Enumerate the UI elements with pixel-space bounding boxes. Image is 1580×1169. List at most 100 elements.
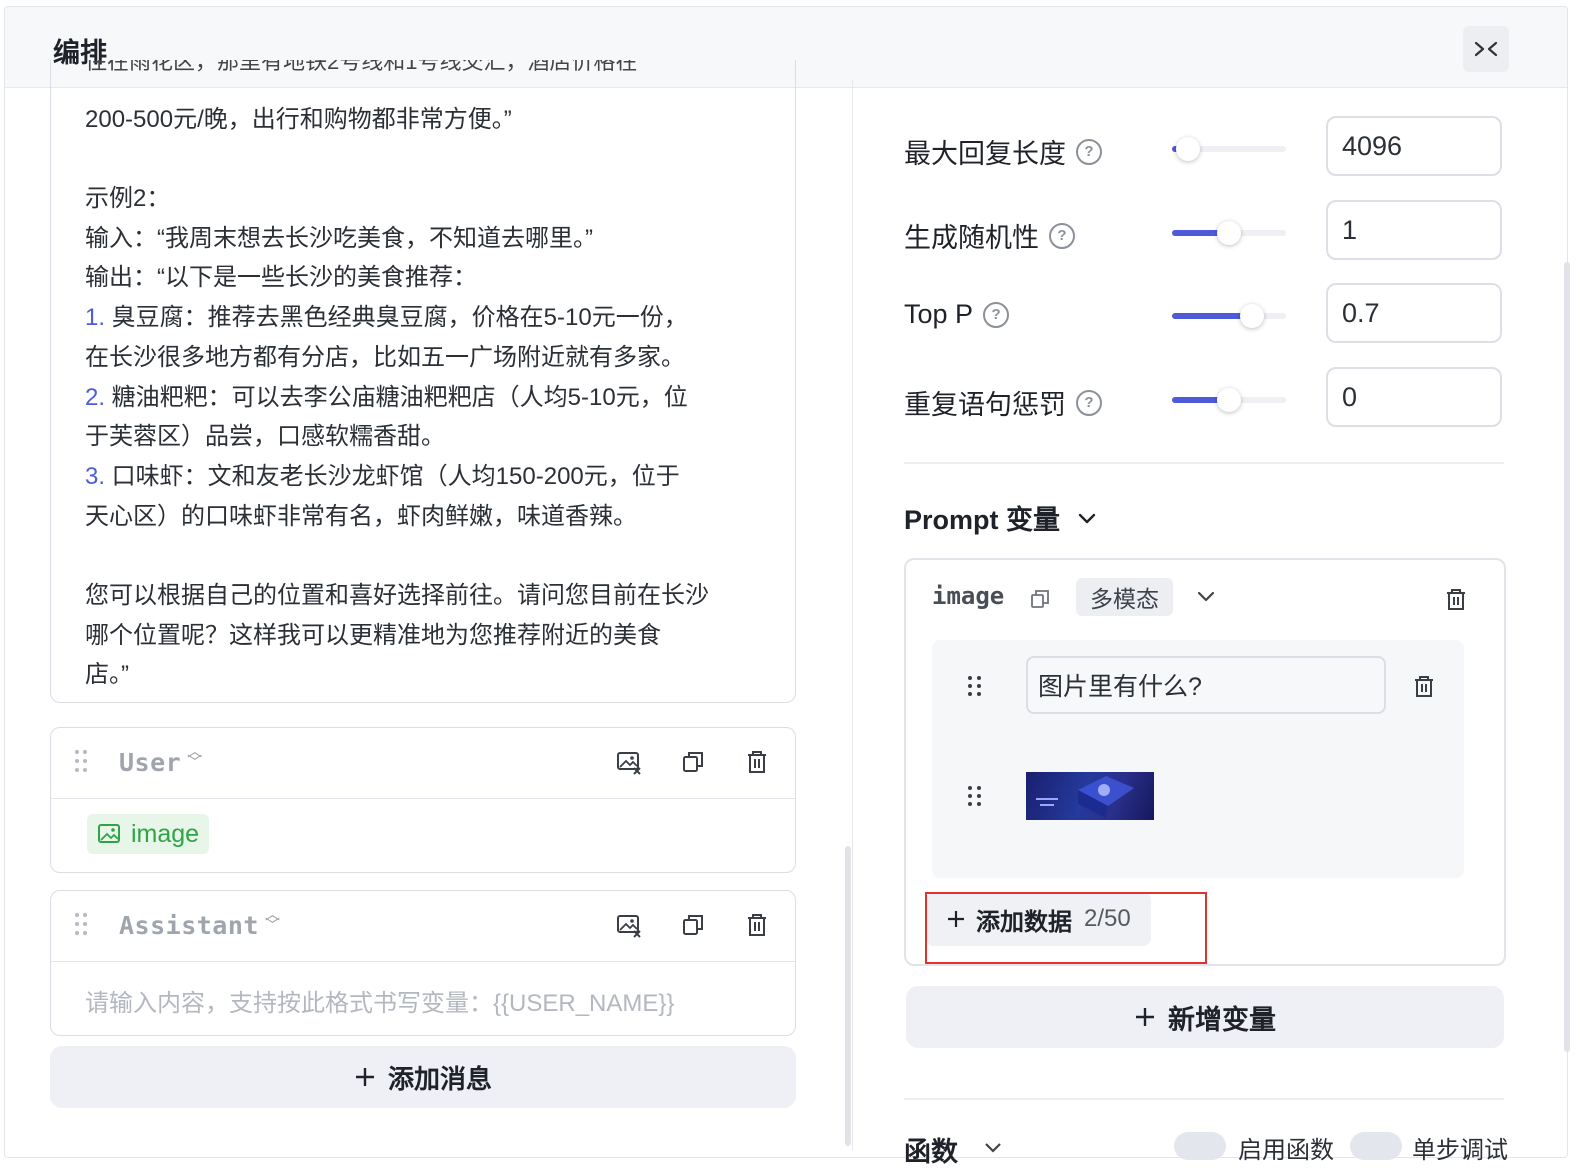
prompt-line: 输入：“我周末想去长沙吃美食，不知道去哪里。” (85, 224, 593, 252)
copy-icon[interactable] (1030, 589, 1050, 609)
list-number: 2. (85, 383, 106, 411)
prompt-line-text: 口味虾：文和友老长沙龙虾馆（人均150-200元，位于 (105, 462, 680, 490)
drag-handle-icon[interactable] (968, 676, 984, 698)
drag-handle-icon[interactable] (968, 786, 984, 808)
param-label: 生成随机性? (904, 216, 1075, 255)
right-scrollbar[interactable] (1564, 262, 1570, 1052)
prompt-line: 1. 臭豆腐：推荐去黑色经典臭豆腐，价格在5-10元一份， (85, 298, 775, 338)
image-chip-label: image (131, 819, 200, 848)
param-slider[interactable] (1172, 388, 1286, 412)
param-value-input[interactable]: 0 (1326, 367, 1502, 427)
prompt-line: 您可以根据自己的位置和喜好选择前往。请问您目前在长沙 (85, 581, 709, 609)
help-icon[interactable]: ? (1076, 138, 1102, 165)
panel-divider (852, 80, 853, 1150)
trash-icon[interactable] (743, 911, 771, 939)
prompt-line-text: 住在雨花区，那里有地铁2号线和1号线交汇，酒店价格在 (85, 60, 638, 74)
param-slider[interactable] (1172, 221, 1286, 245)
add-variable-label: 新增变量 (1168, 1004, 1276, 1035)
prompt-line: 哪个位置呢？这样我可以更精准地为您推荐附近的美食 (85, 621, 661, 649)
chevron-down-icon (1078, 513, 1096, 523)
enable-functions-label: 启用函数 (1238, 1137, 1334, 1164)
thumbnail-graphic (1036, 776, 1134, 818)
param-value-input[interactable]: 4096 (1326, 116, 1502, 176)
slider-thumb[interactable] (1175, 137, 1200, 161)
system-prompt-card[interactable]: 住在雨花区，那里有地铁2号线和1号线交汇，酒店价格在 200-500元/晚，出行和… (50, 60, 796, 703)
slider-thumb[interactable] (1239, 304, 1264, 328)
role-selector[interactable]: User ︿ ﹀ (119, 742, 203, 778)
prompt-variables-header[interactable]: Prompt 变量 (904, 498, 1098, 537)
slider-thumb[interactable] (1217, 221, 1241, 245)
prompt-line: 示例2： (85, 185, 171, 213)
prompt-variables-title: Prompt 变量 (904, 505, 1061, 535)
chevron-down-icon[interactable] (982, 1136, 1004, 1158)
user-message-card: User ︿ ﹀ image (50, 727, 796, 873)
chevron-down-icon[interactable] (1194, 584, 1218, 608)
enable-functions-toggle[interactable] (1174, 1132, 1226, 1160)
prompt-line: 3. 口味虾：文和友老长沙龙虾馆（人均150-200元，位于 (85, 457, 775, 497)
step-debug-toggle[interactable] (1350, 1132, 1402, 1160)
prompt-line-text: 糖油粑粑：可以去李公庙糖油粑粑店（人均5-10元，位 (105, 383, 688, 411)
plus-icon (1136, 1008, 1154, 1026)
role-selector[interactable]: Assistant ︿ ﹀ (119, 905, 281, 941)
collapse-icon (1474, 41, 1498, 57)
add-variable-button[interactable]: 新增变量 (906, 986, 1504, 1048)
param-label-text: 最大回复长度 (904, 139, 1066, 169)
param-row: Top P? 0.7 (904, 283, 1504, 347)
plus-icon (355, 1068, 374, 1086)
drag-handle-icon[interactable] (75, 913, 89, 939)
functions-title: 函数 (904, 1137, 958, 1167)
param-slider[interactable] (1172, 137, 1286, 161)
help-icon[interactable]: ? (1049, 222, 1075, 249)
trash-icon[interactable] (743, 748, 771, 776)
assistant-message-header: Assistant ︿ ﹀ (51, 891, 795, 962)
data-image-thumbnail[interactable] (1026, 772, 1154, 820)
copy-icon[interactable] (679, 911, 707, 939)
image-variable-chip[interactable]: image (87, 814, 210, 854)
system-prompt-text[interactable]: 住在雨花区，那里有地铁2号线和1号线交汇，酒店价格在 200-500元/晚，出行和… (85, 60, 775, 695)
assistant-message-input[interactable]: 请输入内容，支持按此格式书写变量：{{USER_NAME}} (85, 983, 674, 1018)
prompt-line-text: 臭豆腐：推荐去黑色经典臭豆腐，价格在5-10元一份， (105, 304, 688, 332)
add-message-button[interactable]: 添加消息 (50, 1046, 796, 1108)
left-scrollbar[interactable] (845, 846, 851, 1146)
help-icon[interactable]: ? (1076, 389, 1102, 416)
chevron-updown-icon: ︿ ﹀ (264, 905, 281, 934)
param-value-input[interactable]: 0.7 (1326, 283, 1502, 343)
role-label: User (119, 748, 182, 777)
collapse-button[interactable] (1463, 26, 1509, 72)
list-number: 1. (85, 304, 106, 332)
chevron-updown-icon: ︿ ﹀ (187, 742, 203, 771)
trash-icon[interactable] (1412, 674, 1436, 698)
prompt-blank-line (85, 536, 775, 576)
param-row: 重复语句惩罚? 0 (904, 367, 1504, 431)
highlight-box (925, 892, 1207, 964)
slider-thumb[interactable] (1217, 388, 1241, 412)
image-variable-icon[interactable] (615, 748, 643, 776)
prompt-line: 2. 糖油粑粑：可以去李公庙糖油粑粑店（人均5-10元，位 (85, 378, 775, 418)
trash-icon[interactable] (1444, 587, 1468, 611)
variable-name: image (932, 582, 1005, 610)
prompt-line: 于芙蓉区）品尝，口感软糯香甜。 (85, 423, 445, 451)
variable-type-tag[interactable]: 多模态 (1076, 578, 1173, 616)
image-variable-icon[interactable] (615, 911, 643, 939)
param-label-text: Top P (904, 299, 974, 329)
add-message-label: 添加消息 (387, 1063, 492, 1094)
functions-section-header: 函数 启用函数 单步调试 (904, 1126, 1508, 1167)
assistant-message-card: Assistant ︿ ﹀ 请输入内容，支持按此格式书写变量：{{USER_NAME… (50, 890, 796, 1036)
help-icon[interactable]: ? (983, 301, 1010, 328)
step-debug-label: 单步调试 (1412, 1137, 1508, 1164)
param-value-input[interactable]: 1 (1326, 200, 1502, 260)
section-divider (904, 462, 1504, 464)
data-text-input[interactable]: 图片里有什么? (1026, 656, 1386, 714)
param-row: 最大回复长度? 4096 (904, 116, 1504, 180)
prompt-line: 店。” (85, 661, 129, 689)
param-slider[interactable] (1172, 304, 1286, 328)
copy-icon[interactable] (679, 748, 707, 776)
param-label: 最大回复长度? (904, 132, 1102, 171)
param-label: Top P? (904, 299, 1010, 330)
variable-data-list: 图片里有什么? (932, 640, 1464, 878)
param-label-text: 重复语句惩罚 (904, 390, 1066, 420)
drag-handle-icon[interactable] (75, 750, 89, 776)
prompt-line: 200-500元/晚，出行和购物都非常方便。” (85, 105, 512, 133)
param-label-text: 生成随机性 (904, 223, 1039, 253)
section-divider (904, 1098, 1504, 1100)
